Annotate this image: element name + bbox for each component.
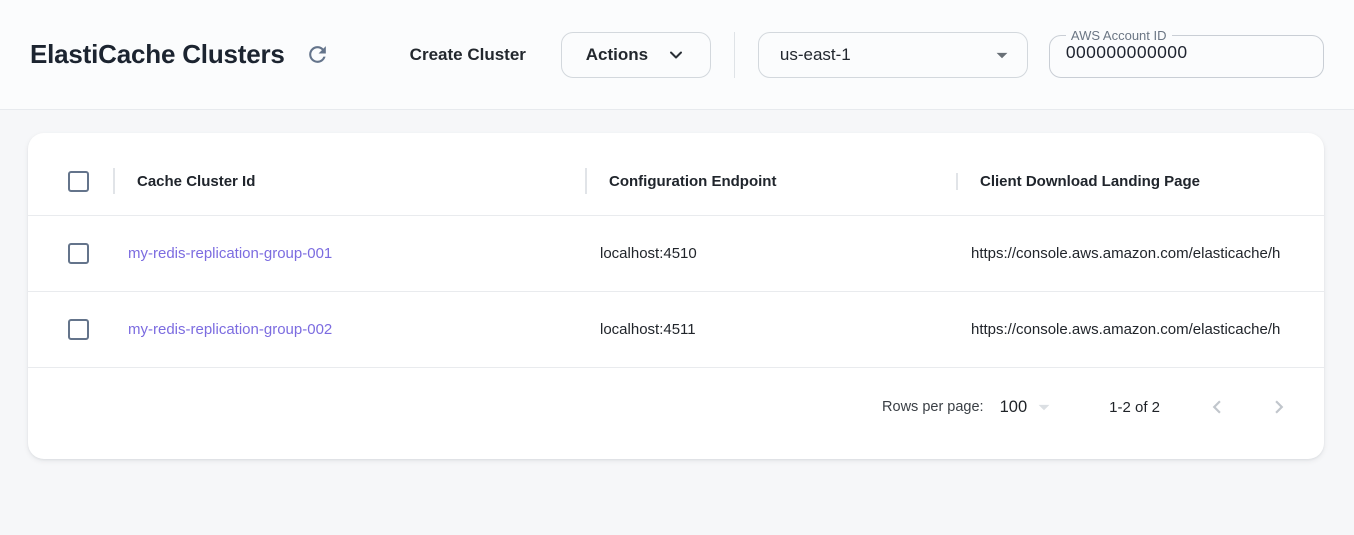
chevron-left-icon (1204, 394, 1230, 420)
create-cluster-button[interactable]: Create Cluster (410, 45, 526, 65)
row-checkbox-cell (28, 319, 113, 340)
column-header-label: Client Download Landing Page (980, 173, 1200, 190)
column-header-client-download-landing-page: Client Download Landing Page (956, 173, 1324, 190)
refresh-button[interactable] (303, 40, 332, 69)
rows-per-page-label: Rows per page: (882, 399, 984, 415)
actions-button[interactable]: Actions (561, 32, 711, 78)
arrow-dropdown-icon (989, 42, 1015, 68)
account-id-field: AWS Account ID (1049, 28, 1324, 78)
row-checkbox-cell (28, 243, 113, 264)
configuration-endpoint-cell: localhost:4511 (585, 321, 956, 338)
client-download-landing-page-cell: https://console.aws.amazon.com/elasticac… (956, 321, 1324, 338)
column-header-label: Cache Cluster Id (137, 173, 255, 190)
select-all-checkbox[interactable] (68, 171, 89, 192)
refresh-icon (305, 42, 330, 67)
cache-cluster-id-cell: my-redis-replication-group-002 (113, 321, 585, 338)
region-select-value: us-east-1 (780, 45, 851, 65)
rows-per-page-value: 100 (1000, 398, 1028, 417)
table-row: my-redis-replication-group-002 localhost… (28, 292, 1324, 368)
column-header-label: Configuration Endpoint (609, 173, 776, 190)
cache-cluster-id-cell: my-redis-replication-group-001 (113, 245, 585, 262)
cluster-id-link[interactable]: my-redis-replication-group-002 (128, 321, 332, 338)
page-title: ElastiCache Clusters (30, 39, 285, 70)
chevron-down-icon (666, 45, 686, 65)
row-checkbox[interactable] (68, 243, 89, 264)
row-checkbox[interactable] (68, 319, 89, 340)
column-separator (585, 168, 587, 194)
column-header-cache-cluster-id: Cache Cluster Id (113, 173, 585, 190)
cluster-id-link[interactable]: my-redis-replication-group-001 (128, 245, 332, 262)
topbar: ElastiCache Clusters Create Cluster Acti… (0, 0, 1354, 110)
table-row: my-redis-replication-group-001 localhost… (28, 216, 1324, 292)
main-content: Cache Cluster Id Configuration Endpoint … (0, 110, 1354, 459)
rows-per-page-select[interactable]: 100 (1000, 394, 1058, 420)
clusters-table-card: Cache Cluster Id Configuration Endpoint … (28, 133, 1324, 459)
pagination-bar: Rows per page: 100 1-2 of 2 (28, 368, 1324, 459)
next-page-button[interactable] (1266, 394, 1292, 420)
chevron-right-icon (1266, 394, 1292, 420)
pagination-range: 1-2 of 2 (1109, 399, 1160, 416)
client-download-landing-page-cell: https://console.aws.amazon.com/elasticac… (956, 245, 1324, 262)
arrow-dropdown-icon (1031, 394, 1057, 420)
header-divider (734, 32, 735, 78)
table-header-row: Cache Cluster Id Configuration Endpoint … (28, 147, 1324, 216)
header-checkbox-cell (28, 171, 113, 192)
column-separator (956, 173, 958, 190)
account-id-input[interactable] (1060, 40, 1313, 63)
region-select[interactable]: us-east-1 (758, 32, 1028, 78)
column-header-configuration-endpoint: Configuration Endpoint (585, 173, 956, 190)
column-separator (113, 168, 115, 194)
actions-button-label: Actions (586, 45, 648, 65)
configuration-endpoint-cell: localhost:4510 (585, 245, 956, 262)
previous-page-button[interactable] (1204, 394, 1230, 420)
